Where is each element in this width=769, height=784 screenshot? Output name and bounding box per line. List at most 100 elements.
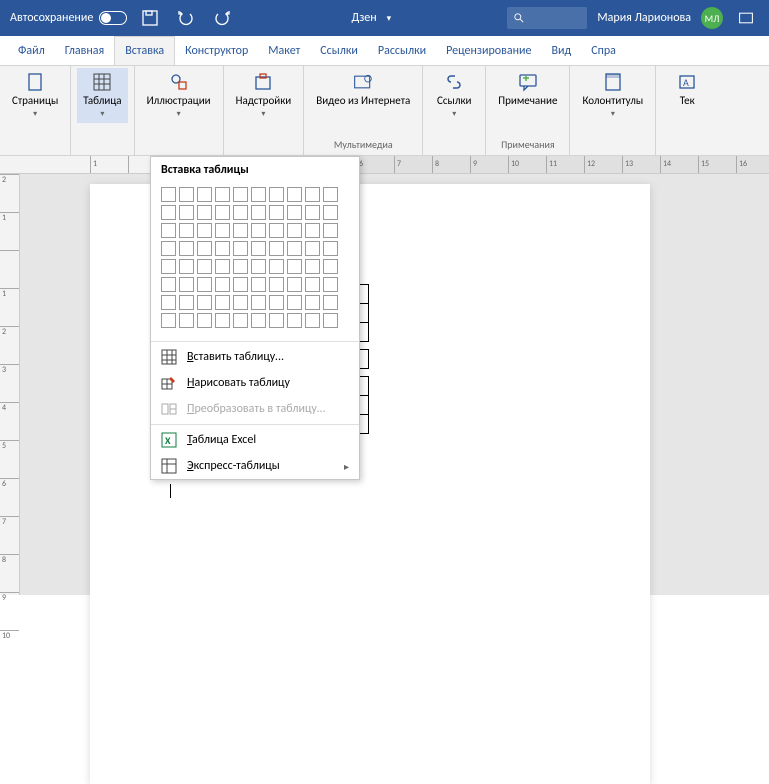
save-icon[interactable] xyxy=(137,5,163,31)
comment-button[interactable]: Примечание xyxy=(492,68,563,111)
ribbon-display-icon[interactable] xyxy=(733,5,759,31)
grid-cell[interactable] xyxy=(287,259,302,274)
grid-cell[interactable] xyxy=(269,295,284,310)
grid-cell[interactable] xyxy=(233,187,248,202)
ruler-vertical[interactable]: 2112345678910 xyxy=(0,174,20,595)
links-button[interactable]: Ссылки ▾ xyxy=(429,68,479,123)
grid-cell[interactable] xyxy=(305,241,320,256)
grid-cell[interactable] xyxy=(161,223,176,238)
grid-cell[interactable] xyxy=(215,277,230,292)
grid-cell[interactable] xyxy=(323,277,338,292)
undo-icon[interactable] xyxy=(173,5,199,31)
user-avatar[interactable]: МЛ xyxy=(701,7,723,29)
grid-cell[interactable] xyxy=(233,277,248,292)
grid-cell[interactable] xyxy=(251,313,266,328)
redo-icon[interactable] xyxy=(209,5,235,31)
grid-cell[interactable] xyxy=(197,223,212,238)
grid-cell[interactable] xyxy=(269,241,284,256)
grid-cell[interactable] xyxy=(215,313,230,328)
grid-cell[interactable] xyxy=(197,187,212,202)
menu-draw-table[interactable]: Нарисовать таблицу xyxy=(151,370,359,396)
menu-quick-tables[interactable]: Экспресс-таблицы ▸ xyxy=(151,453,359,479)
online-video-button[interactable]: Видео из Интернета xyxy=(310,68,416,111)
grid-cell[interactable] xyxy=(305,295,320,310)
grid-cell[interactable] xyxy=(269,277,284,292)
grid-cell[interactable] xyxy=(215,295,230,310)
addins-button[interactable]: Надстройки ▾ xyxy=(230,68,298,123)
ruler-horizontal[interactable]: 112345678910111213141516 xyxy=(0,156,769,174)
tab-mailings[interactable]: Рассылки xyxy=(368,36,436,65)
tab-help[interactable]: Спра xyxy=(581,36,626,65)
grid-cell[interactable] xyxy=(251,205,266,220)
grid-cell[interactable] xyxy=(197,259,212,274)
grid-cell[interactable] xyxy=(233,241,248,256)
grid-cell[interactable] xyxy=(305,205,320,220)
grid-cell[interactable] xyxy=(161,277,176,292)
grid-cell[interactable] xyxy=(305,259,320,274)
grid-cell[interactable] xyxy=(197,277,212,292)
grid-cell[interactable] xyxy=(179,241,194,256)
grid-cell[interactable] xyxy=(179,187,194,202)
grid-cell[interactable] xyxy=(287,295,302,310)
tab-file[interactable]: Файл xyxy=(8,36,55,65)
grid-cell[interactable] xyxy=(323,259,338,274)
grid-cell[interactable] xyxy=(287,205,302,220)
grid-cell[interactable] xyxy=(323,187,338,202)
grid-cell[interactable] xyxy=(179,205,194,220)
grid-cell[interactable] xyxy=(161,241,176,256)
menu-excel-table[interactable]: X Таблица Excel xyxy=(151,427,359,453)
tab-view[interactable]: Вид xyxy=(541,36,581,65)
grid-cell[interactable] xyxy=(215,187,230,202)
grid-cell[interactable] xyxy=(197,313,212,328)
grid-cell[interactable] xyxy=(287,187,302,202)
grid-cell[interactable] xyxy=(251,241,266,256)
illustrations-button[interactable]: Иллюстрации ▾ xyxy=(141,68,217,123)
grid-cell[interactable] xyxy=(161,187,176,202)
grid-cell[interactable] xyxy=(215,223,230,238)
grid-cell[interactable] xyxy=(215,205,230,220)
grid-cell[interactable] xyxy=(197,241,212,256)
grid-cell[interactable] xyxy=(179,313,194,328)
grid-cell[interactable] xyxy=(323,313,338,328)
grid-cell[interactable] xyxy=(233,205,248,220)
grid-cell[interactable] xyxy=(233,295,248,310)
grid-cell[interactable] xyxy=(215,241,230,256)
grid-cell[interactable] xyxy=(179,223,194,238)
grid-cell[interactable] xyxy=(197,295,212,310)
pages-button[interactable]: Страницы ▾ xyxy=(6,68,64,123)
grid-cell[interactable] xyxy=(161,205,176,220)
grid-cell[interactable] xyxy=(179,259,194,274)
text-button[interactable]: A Тек xyxy=(662,68,712,111)
tab-insert[interactable]: Вставка xyxy=(114,36,175,65)
grid-cell[interactable] xyxy=(251,223,266,238)
grid-cell[interactable] xyxy=(323,205,338,220)
grid-cell[interactable] xyxy=(269,259,284,274)
grid-cell[interactable] xyxy=(323,223,338,238)
grid-cell[interactable] xyxy=(287,223,302,238)
grid-cell[interactable] xyxy=(197,205,212,220)
grid-cell[interactable] xyxy=(161,259,176,274)
chevron-down-icon[interactable]: ▾ xyxy=(387,13,392,24)
grid-cell[interactable] xyxy=(269,313,284,328)
grid-cell[interactable] xyxy=(305,277,320,292)
grid-cell[interactable] xyxy=(287,241,302,256)
grid-cell[interactable] xyxy=(251,295,266,310)
grid-cell[interactable] xyxy=(233,313,248,328)
table-grid-picker[interactable] xyxy=(151,183,359,339)
table-button[interactable]: Таблица ▾ xyxy=(77,68,127,123)
grid-cell[interactable] xyxy=(269,187,284,202)
grid-cell[interactable] xyxy=(251,187,266,202)
tab-home[interactable]: Главная xyxy=(55,36,114,65)
headerfooter-button[interactable]: Колонтитулы ▾ xyxy=(576,68,649,123)
menu-insert-table[interactable]: Вставить таблицу... xyxy=(151,344,359,370)
grid-cell[interactable] xyxy=(287,277,302,292)
grid-cell[interactable] xyxy=(269,223,284,238)
grid-cell[interactable] xyxy=(305,223,320,238)
tab-layout[interactable]: Макет xyxy=(258,36,310,65)
grid-cell[interactable] xyxy=(161,295,176,310)
grid-cell[interactable] xyxy=(305,313,320,328)
grid-cell[interactable] xyxy=(233,259,248,274)
user-name[interactable]: Мария Ларионова xyxy=(597,11,691,25)
grid-cell[interactable] xyxy=(269,205,284,220)
grid-cell[interactable] xyxy=(179,277,194,292)
